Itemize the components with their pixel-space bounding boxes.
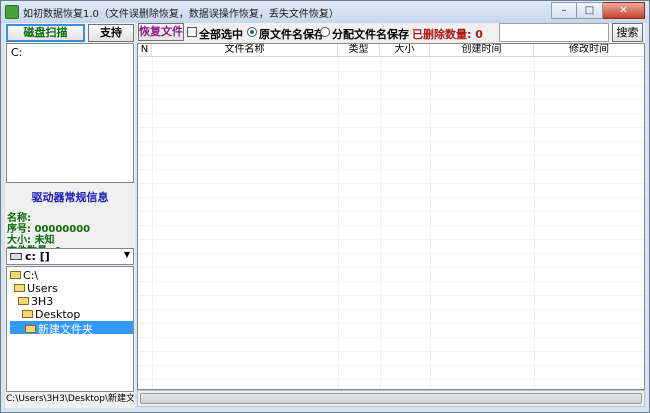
search-button[interactable]: 搜索 xyxy=(612,23,643,42)
tree-node-label: Desktop xyxy=(35,308,81,321)
drive-list-item[interactable]: C: xyxy=(11,46,22,59)
drive-list[interactable]: C: xyxy=(6,43,134,183)
grid-row-line xyxy=(138,127,644,128)
grid-row-line xyxy=(138,239,644,240)
grid-row-line xyxy=(138,197,644,198)
column-header-modified[interactable]: 修改时间 xyxy=(534,44,644,57)
grid-row-line xyxy=(138,99,644,100)
current-path: C:\Users\3H3\Desktop\新建文件 xyxy=(6,392,134,407)
grid-row-line xyxy=(138,169,644,170)
maximize-button[interactable]: □ xyxy=(577,2,603,19)
minimize-button[interactable]: – xyxy=(551,2,577,19)
tree-node[interactable]: C:\ xyxy=(10,269,38,282)
select-all-label[interactable]: 全部选中 xyxy=(199,26,243,42)
column-header-index[interactable]: N xyxy=(138,44,152,57)
app-icon xyxy=(5,5,19,19)
deleted-count-label: 已删除数量: 0 xyxy=(412,28,483,41)
drive-select[interactable]: c: [] ▼ xyxy=(6,248,134,265)
left-panel: 磁盘扫描 支持 C: 驱动器常规信息 名称: 序号: 00000000 大小: … xyxy=(5,23,135,408)
grid-row-line xyxy=(138,309,644,310)
grid-row-line xyxy=(138,281,644,282)
tree-node-label: C:\ xyxy=(23,269,39,282)
tree-node-label: Users xyxy=(27,282,58,295)
save-assigned-label[interactable]: 分配文件名保存 xyxy=(332,26,409,42)
horizontal-scrollbar[interactable] xyxy=(137,390,645,407)
tree-node-label: 新建文件夹 xyxy=(38,323,93,336)
support-button[interactable]: 支持 xyxy=(88,24,134,42)
tree-node-label: 3H3 xyxy=(31,295,54,308)
column-header-name[interactable]: 文件名称 xyxy=(152,44,338,57)
grid-row-line xyxy=(138,323,644,324)
column-header-size[interactable]: 大小 xyxy=(380,44,430,57)
title-bar[interactable]: 如初数据恢复1.0（文件误删除恢复，数据误操作恢复，丢失文件恢复） – □ ✕ xyxy=(1,1,649,23)
grid-column-line xyxy=(338,57,339,389)
grid-row-line xyxy=(138,337,644,338)
column-header-type[interactable]: 类型 xyxy=(338,44,380,57)
folder-open-icon xyxy=(18,297,29,305)
grid-column-line xyxy=(152,57,153,389)
folder-open-icon xyxy=(25,325,36,333)
select-all-checkbox[interactable] xyxy=(187,27,197,37)
grid-column-line xyxy=(430,57,431,389)
disk-scan-button[interactable]: 磁盘扫描 xyxy=(6,24,85,42)
folder-open-icon xyxy=(14,284,25,292)
grid-row-line xyxy=(138,141,644,142)
folder-open-icon xyxy=(22,310,33,318)
folder-open-icon xyxy=(10,271,21,279)
drive-info-title: 驱动器常规信息 xyxy=(31,191,109,204)
grid-row-line xyxy=(138,85,644,86)
search-input[interactable] xyxy=(499,23,609,42)
grid-row-line xyxy=(138,379,644,380)
grid-row-line xyxy=(138,155,644,156)
scrollbar-thumb[interactable] xyxy=(140,393,642,404)
tree-node[interactable]: 3H3 xyxy=(18,295,53,308)
grid-column-line xyxy=(380,57,381,389)
grid-row-line xyxy=(138,113,644,114)
app-window: 如初数据恢复1.0（文件误删除恢复，数据误操作恢复，丢失文件恢复） – □ ✕ … xyxy=(0,0,650,413)
save-original-label[interactable]: 原文件名保存 xyxy=(259,26,325,42)
save-assigned-radio[interactable] xyxy=(320,27,330,37)
window-title: 如初数据恢复1.0（文件误删除恢复，数据误操作恢复，丢失文件恢复） xyxy=(23,9,339,20)
file-list-header: N 文件名称 类型 大小 创建时间 修改时间 xyxy=(138,44,644,57)
grid-row-line xyxy=(138,211,644,212)
drive-icon xyxy=(10,253,22,260)
grid-row-line xyxy=(138,225,644,226)
grid-row-line xyxy=(138,351,644,352)
save-original-radio[interactable] xyxy=(247,27,257,37)
tree-node[interactable]: Desktop xyxy=(22,308,80,321)
grid-row-line xyxy=(138,267,644,268)
column-header-created[interactable]: 创建时间 xyxy=(430,44,534,57)
grid-row-line xyxy=(138,253,644,254)
grid-column-line xyxy=(534,57,535,389)
file-list[interactable]: N 文件名称 类型 大小 创建时间 修改时间 xyxy=(137,43,645,390)
grid-row-line xyxy=(138,71,644,72)
grid-row-line xyxy=(138,365,644,366)
grid-row-line xyxy=(138,295,644,296)
tree-node[interactable]: Users xyxy=(14,282,58,295)
chevron-down-icon[interactable]: ▼ xyxy=(124,250,130,259)
folder-tree[interactable]: C:\ Users 3H3 Desktop 新建文件夹 xyxy=(6,266,134,392)
drive-select-value: c: [] xyxy=(25,250,50,263)
toolbar: 恢复文件 全部选中 原文件名保存 分配文件名保存 已删除数量: 0 搜索 xyxy=(137,23,645,43)
grid-row-line xyxy=(138,183,644,184)
window-controls: – □ ✕ xyxy=(551,2,645,19)
tree-node-selected[interactable]: 新建文件夹 xyxy=(10,321,133,336)
close-button[interactable]: ✕ xyxy=(603,2,645,19)
recover-files-button[interactable]: 恢复文件 xyxy=(138,23,184,41)
